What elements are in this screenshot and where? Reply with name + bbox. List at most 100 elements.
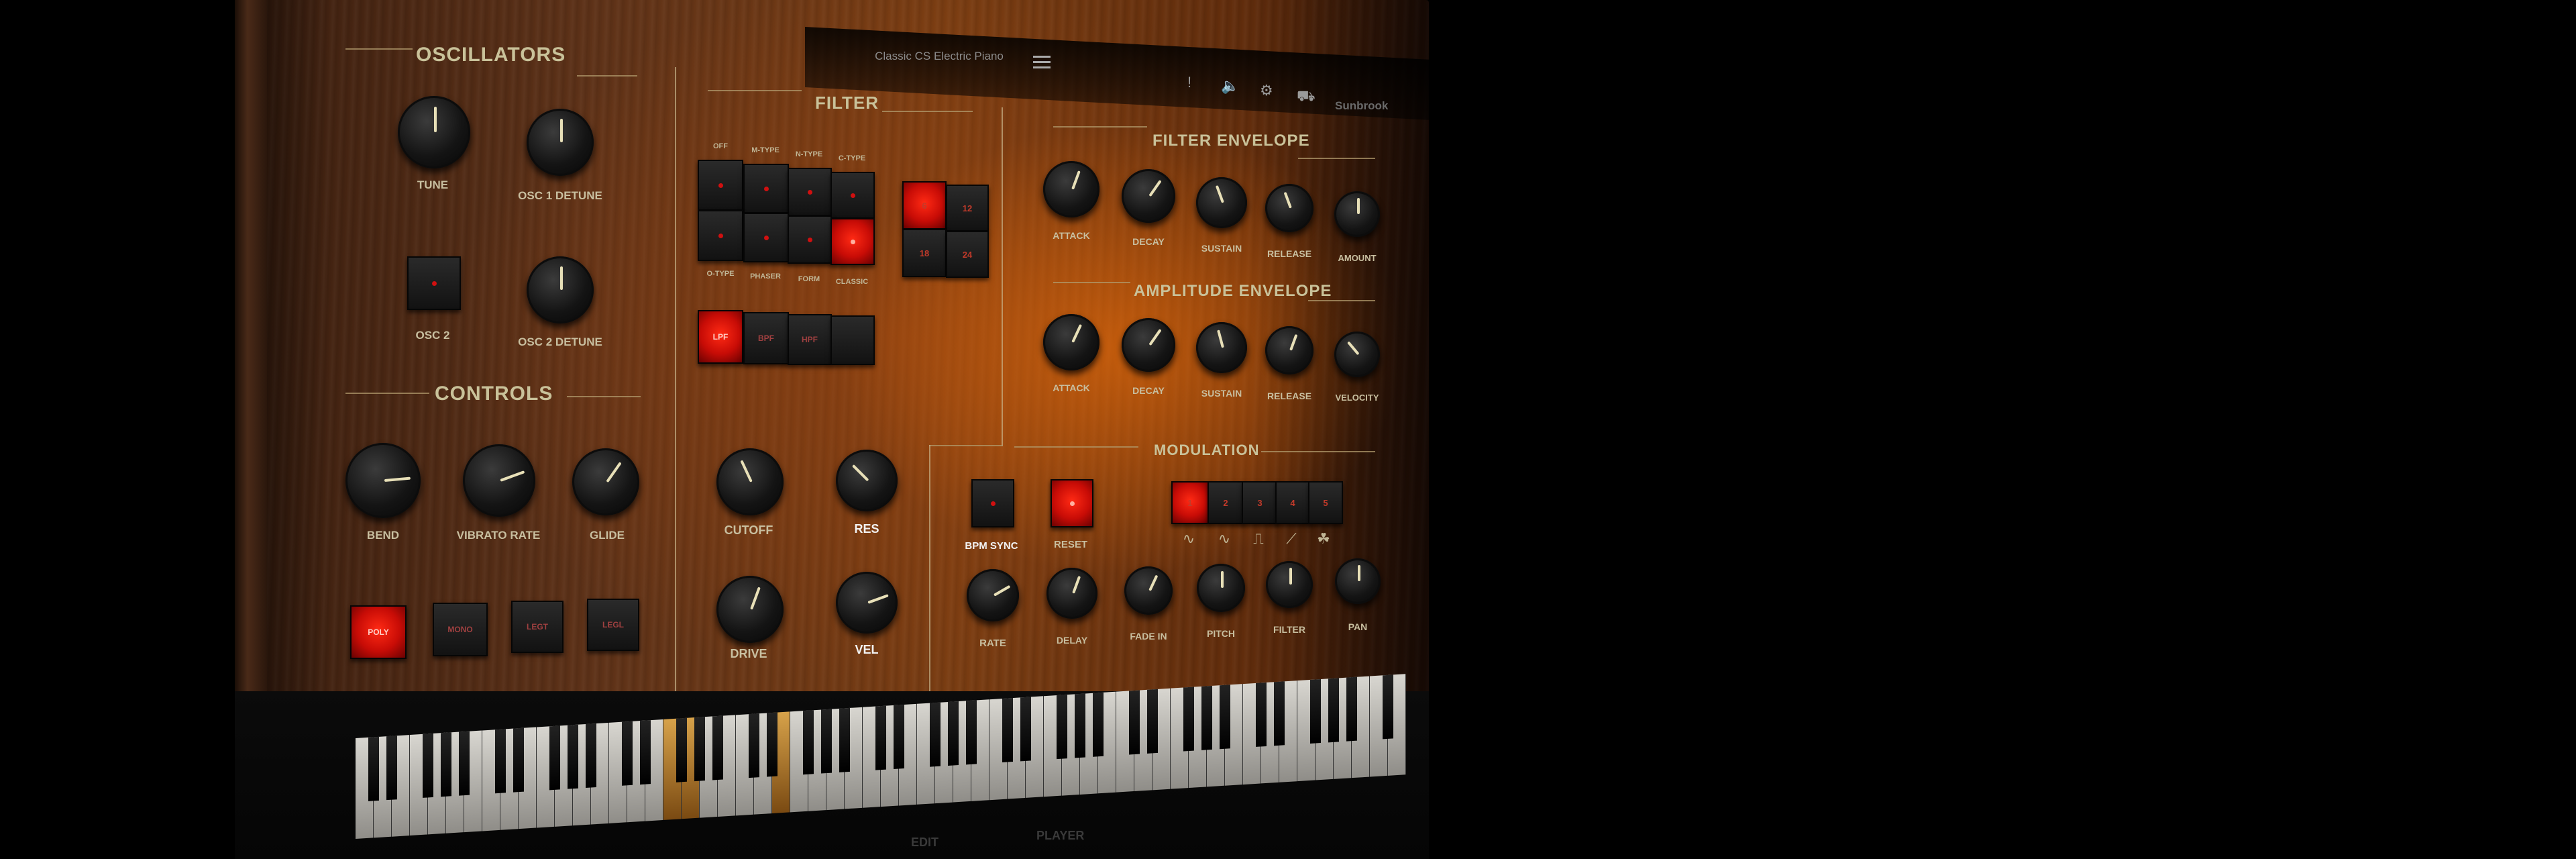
mod-delay-knob[interactable] (1046, 568, 1097, 619)
aenv-sustain-knob[interactable] (1196, 322, 1247, 373)
aenv-decay-knob[interactable] (1122, 318, 1175, 372)
black-key[interactable] (1147, 689, 1158, 754)
slope-12[interactable]: 12 (946, 185, 989, 232)
mono-button[interactable]: MONO (433, 603, 488, 656)
poly-button[interactable]: POLY (350, 605, 407, 659)
black-key[interactable] (1075, 693, 1085, 758)
black-key[interactable] (676, 717, 687, 782)
black-key[interactable] (1183, 687, 1194, 752)
filter-type-m[interactable] (743, 164, 789, 213)
black-key[interactable] (803, 710, 814, 775)
cutoff-knob[interactable] (716, 448, 784, 515)
bpf-button[interactable]: BPF (743, 312, 789, 364)
bpm-sync-button[interactable] (971, 479, 1014, 527)
filter-type-c[interactable] (830, 172, 875, 219)
alert-icon[interactable]: ! (1187, 74, 1191, 91)
gear-icon[interactable]: ⚙ (1260, 82, 1273, 99)
osc2-button[interactable] (407, 256, 461, 310)
black-key[interactable] (1274, 681, 1285, 746)
preset-name[interactable]: Classic CS Electric Piano (865, 50, 1013, 63)
black-key[interactable] (1346, 676, 1357, 742)
aenv-velocity-knob[interactable] (1334, 332, 1380, 377)
black-key[interactable] (495, 729, 506, 794)
osc1-detune-knob[interactable] (527, 109, 594, 176)
filter-type-form[interactable] (788, 215, 832, 264)
cart-icon[interactable]: ⛟ (1297, 87, 1316, 107)
black-key[interactable] (1020, 697, 1031, 762)
fenv-release-knob[interactable] (1265, 184, 1313, 232)
black-key[interactable] (930, 702, 941, 767)
edit-tab[interactable]: EDIT (911, 836, 938, 850)
legt-button[interactable]: LEGT (511, 601, 564, 653)
black-key[interactable] (875, 705, 886, 770)
filter-type-o[interactable] (698, 210, 743, 261)
black-key[interactable] (622, 721, 633, 786)
black-key[interactable] (640, 720, 651, 785)
fenv-decay-knob[interactable] (1122, 169, 1175, 223)
drive-knob[interactable] (716, 576, 784, 643)
legl-button[interactable]: LEGL (587, 599, 639, 651)
black-key[interactable] (1383, 674, 1393, 740)
black-key[interactable] (694, 717, 705, 782)
menu-icon[interactable] (1033, 56, 1051, 69)
mod-filter-knob[interactable] (1266, 561, 1313, 608)
vibrato-rate-knob[interactable] (463, 444, 535, 517)
black-key[interactable] (894, 704, 904, 769)
black-key[interactable] (1129, 690, 1140, 755)
slope-6[interactable]: 6 (902, 181, 947, 230)
black-key[interactable] (1220, 685, 1230, 750)
black-key[interactable] (1256, 682, 1267, 747)
player-tab[interactable]: PLAYER (1036, 829, 1084, 843)
black-key[interactable] (549, 725, 560, 791)
slope-24[interactable]: 24 (946, 231, 989, 278)
black-key[interactable] (423, 733, 433, 798)
vel-knob[interactable] (836, 572, 898, 634)
slope-18[interactable]: 18 (902, 229, 947, 277)
black-key[interactable] (513, 727, 524, 793)
speaker-icon[interactable]: 🔈 (1221, 77, 1239, 95)
black-key[interactable] (459, 731, 470, 796)
black-key[interactable] (821, 709, 832, 774)
filter-type-n[interactable] (788, 168, 832, 216)
res-knob[interactable] (836, 450, 898, 511)
bend-knob[interactable] (345, 443, 421, 518)
lfo-wave-1[interactable]: 1 (1171, 481, 1209, 524)
mod-rate-knob[interactable] (967, 569, 1019, 621)
black-key[interactable] (1201, 685, 1212, 750)
black-key[interactable] (712, 715, 723, 780)
black-key[interactable] (368, 736, 379, 801)
mod-pan-knob[interactable] (1335, 558, 1381, 604)
filter-type-off[interactable] (698, 160, 743, 211)
glide-knob[interactable] (572, 448, 639, 515)
filter-mode-4[interactable] (830, 315, 875, 365)
reset-button[interactable] (1051, 479, 1093, 527)
osc2-detune-knob[interactable] (527, 256, 594, 323)
mod-pitch-knob[interactable] (1197, 564, 1245, 612)
lpf-button[interactable]: LPF (698, 310, 743, 364)
lfo-wave-4[interactable]: 4 (1275, 481, 1310, 524)
black-key[interactable] (1093, 692, 1104, 757)
black-key[interactable] (948, 701, 959, 766)
fenv-amount-knob[interactable] (1334, 191, 1380, 237)
black-key[interactable] (1328, 678, 1339, 743)
black-key[interactable] (568, 724, 578, 789)
fenv-attack-knob[interactable] (1043, 161, 1099, 217)
filter-type-classic[interactable] (830, 218, 875, 265)
mod-fade-in-knob[interactable] (1124, 566, 1173, 615)
black-key[interactable] (966, 700, 977, 765)
black-key[interactable] (749, 713, 759, 778)
black-key[interactable] (1310, 678, 1321, 744)
aenv-release-knob[interactable] (1265, 326, 1313, 374)
fenv-sustain-knob[interactable] (1196, 177, 1247, 228)
black-key[interactable] (386, 736, 397, 801)
black-key[interactable] (1057, 695, 1067, 760)
lfo-wave-5[interactable]: 5 (1308, 481, 1343, 524)
tune-knob[interactable] (398, 96, 470, 168)
hpf-button[interactable]: HPF (788, 314, 832, 365)
black-key[interactable] (1002, 698, 1013, 763)
black-key[interactable] (839, 707, 850, 772)
black-key[interactable] (586, 723, 596, 789)
lfo-wave-2[interactable]: 2 (1208, 481, 1244, 524)
black-key[interactable] (767, 712, 777, 777)
filter-type-phaser[interactable] (743, 213, 789, 262)
